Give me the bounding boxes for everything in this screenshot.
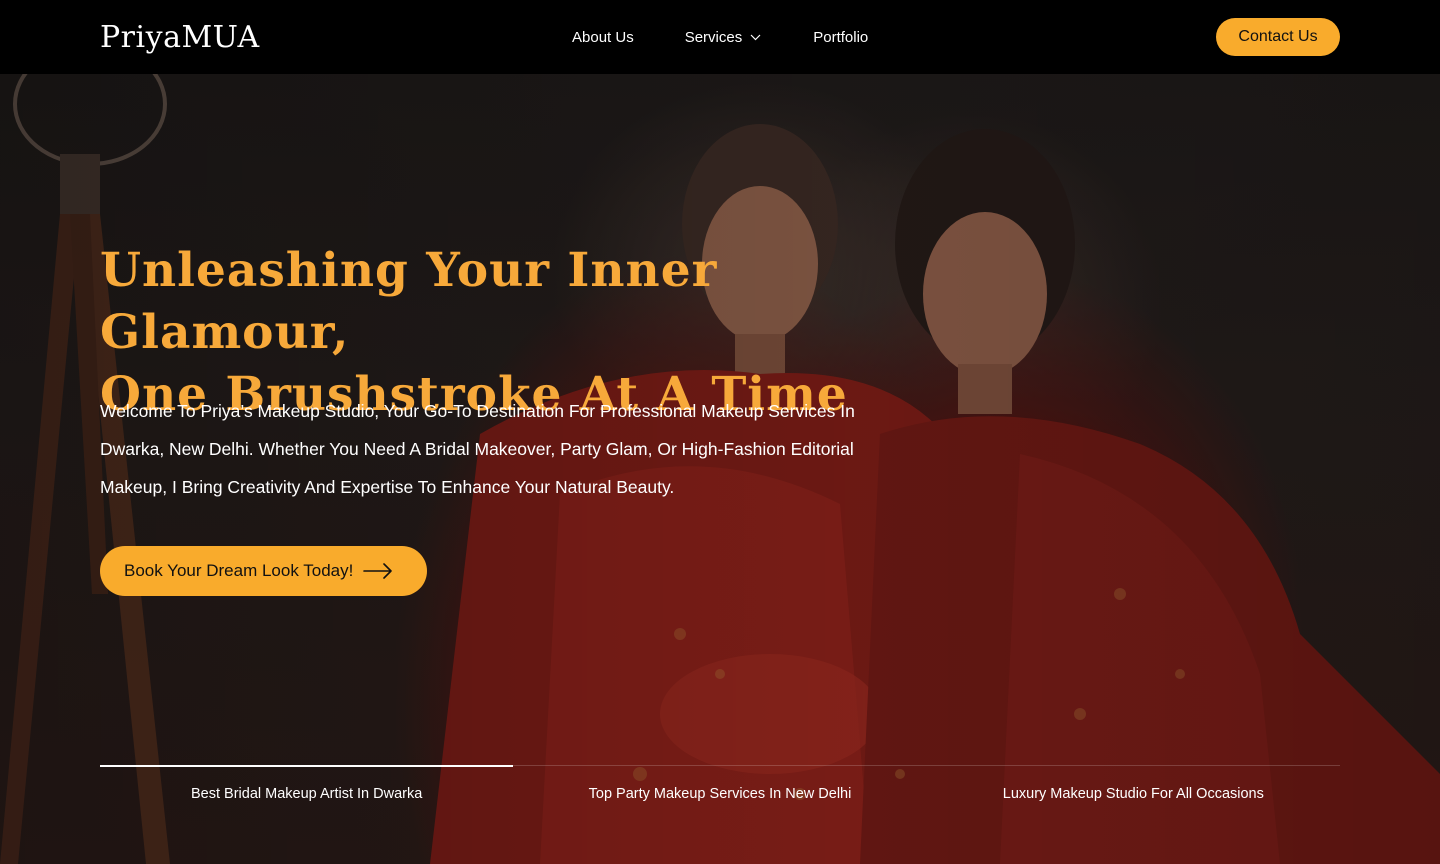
book-dream-look-label: Book Your Dream Look Today! [124, 561, 354, 580]
nav-services[interactable]: Services [685, 29, 762, 46]
service-tabs: Best Bridal Makeup Artist In Dwarka Top … [100, 765, 1340, 815]
hero-intro-text: Welcome To Priya’s Makeup Studio, Your G… [100, 401, 855, 497]
hero-headline-line-1: Unleashing Your Inner Glamour, [100, 243, 718, 360]
brand-logo[interactable]: PriyaMUA [100, 20, 400, 55]
tab-bridal-makeup-label: Best Bridal Makeup Artist In Dwarka [191, 786, 423, 802]
nav-about-us-label: About Us [572, 28, 634, 46]
site-header: PriyaMUA About Us Services Portfolio Con… [0, 0, 1440, 74]
tab-bridal-makeup[interactable]: Best Bridal Makeup Artist In Dwarka [100, 765, 514, 815]
tab-luxury-studio[interactable]: Luxury Makeup Studio For All Occasions [927, 766, 1340, 815]
nav-portfolio[interactable]: Portfolio [813, 29, 868, 46]
chevron-down-icon [750, 34, 761, 41]
nav-about-us[interactable]: About Us [572, 29, 634, 46]
tab-luxury-studio-label: Luxury Makeup Studio For All Occasions [1002, 786, 1264, 802]
arrow-right-icon [363, 563, 393, 579]
contact-us-button[interactable]: Contact Us [1216, 18, 1340, 56]
nav-portfolio-label: Portfolio [813, 28, 869, 46]
book-dream-look-button[interactable]: Book Your Dream Look Today! [100, 546, 427, 596]
tab-party-makeup-label: Top Party Makeup Services In New Delhi [588, 786, 852, 802]
main-nav: About Us Services Portfolio [572, 0, 868, 74]
tab-party-makeup[interactable]: Top Party Makeup Services In New Delhi [513, 766, 926, 815]
nav-services-label: Services [684, 28, 743, 46]
